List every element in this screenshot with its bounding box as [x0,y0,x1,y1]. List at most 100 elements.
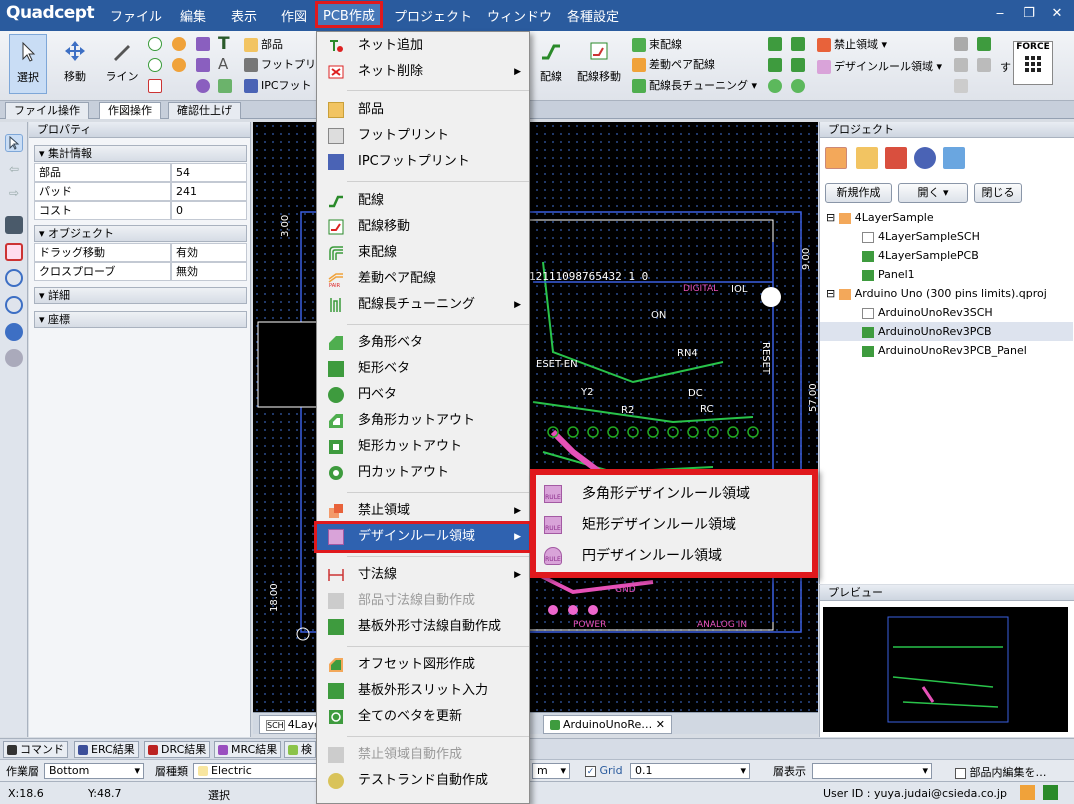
select-tool-button[interactable]: 選択 [9,34,47,94]
parts-book-icon[interactable] [856,147,878,169]
menu-keepout[interactable]: 禁止領域 ▶ [317,498,529,524]
rect-fill-icon[interactable] [768,58,782,72]
circle-3-icon[interactable] [148,58,162,72]
tree-item[interactable]: ArduinoUnoRev3SCH [820,303,1073,322]
grid-checkbox[interactable]: ✓ [585,766,596,777]
menu-auto-part-dimension[interactable]: 部品寸法線自動作成 [317,588,529,614]
menu-footprint[interactable]: フットプリント [317,123,529,149]
tab-draw-ops[interactable]: 作図操作 [99,102,161,119]
circle-cut-icon[interactable] [791,79,805,93]
menu-net-delete[interactable]: ネット削除 ▶ [317,59,529,85]
disabled-tool-icon[interactable] [954,79,968,93]
grid-toggle[interactable]: ✓ Grid [585,764,623,777]
poly-cut-icon[interactable] [791,37,805,51]
minimize-button[interactable]: ‒ [990,6,1010,21]
group-detail[interactable]: ▾ 詳細 [34,287,247,304]
zoom-in-icon[interactable] [5,269,23,287]
menu-auto-keepout[interactable]: 禁止領域自動作成 [317,742,529,768]
tab-file-ops[interactable]: ファイル操作 [5,102,89,119]
open-project-button[interactable]: 開く ▾ [898,183,968,203]
ribbon-route-button[interactable]: 配線 [532,34,570,94]
menu-pcb[interactable]: PCB作成 [315,1,383,28]
image-icon[interactable] [218,79,232,93]
layer-display-select[interactable]: ▾ [812,763,932,779]
menu-board-slit[interactable]: 基板外形スリット入力 [317,678,529,704]
fit-view-icon[interactable] [5,243,23,261]
work-layer-select[interactable]: Bottom ▾ [44,763,144,779]
crossprobe-select[interactable]: 無効 [171,262,247,281]
menu-net-add[interactable]: ネット追加 [317,33,529,59]
menu-circle-cutout[interactable]: 円カットアウト [317,460,529,486]
tree-item[interactable]: ArduinoUnoRev3PCB_Panel [820,341,1073,360]
close-project-button[interactable]: 閉じる [974,183,1022,203]
settings-gray-icon[interactable] [5,349,23,367]
shape-green-icon[interactable] [977,37,991,51]
menu-rect-cutout[interactable]: 矩形カットアウト [317,434,529,460]
ribbon-bundle-button[interactable]: 束配線 [632,35,682,55]
close-button[interactable]: ✕ [1047,6,1067,21]
menu-auto-board-dimension[interactable]: 基板外形寸法線自動作成 [317,614,529,640]
bom-icon[interactable] [943,147,965,169]
menu-polygon-cutout[interactable]: 多角形カットアウト [317,408,529,434]
circle-shape-icon[interactable] [196,79,210,93]
submenu-rect-rule[interactable]: RULE 矩形デザインルール領域 [544,510,806,540]
edit-check-icon[interactable] [1020,785,1035,800]
menu-ipc-footprint[interactable]: IPCフットプリント [317,149,529,175]
menu-project[interactable]: プロジェクト [394,6,472,25]
tab-mrc[interactable]: MRC結果 [214,741,282,758]
tab-search[interactable]: 検 [284,741,316,758]
polygon-icon[interactable] [196,37,210,51]
submenu-polygon-rule[interactable]: RULE 多角形デザインルール領域 [544,479,806,509]
menu-bundle-route[interactable]: 束配線 [317,240,529,266]
maximize-button[interactable]: ❐ [1019,6,1039,21]
ribbon-ipc-button[interactable]: IPCフット [244,76,312,96]
menu-route[interactable]: 配線 [317,188,529,214]
preview-canvas[interactable] [823,607,1068,732]
ribbon-route-move-button[interactable]: 配線移動 [576,34,622,94]
menu-test-land[interactable]: テストランド自動作成 [317,768,529,794]
menu-window[interactable]: ウィンドウ [487,6,552,25]
proj-icon[interactable] [825,147,847,169]
settings-gear-icon[interactable] [5,323,23,341]
ribbon-footprint-button[interactable]: フットプリ [244,55,316,75]
save-icon[interactable] [5,216,23,234]
move-tool-button[interactable]: 移動 [56,34,94,94]
menu-part[interactable]: 部品 [317,97,529,123]
tree-item[interactable]: ⊟ Arduino Uno (300 pins limits).qproj [820,284,1073,303]
zoom-out-icon[interactable] [5,296,23,314]
menu-polygon-fill[interactable]: 多角形ベタ [317,330,529,356]
inline-edit-checkbox[interactable] [955,767,966,779]
tree-item[interactable]: Panel1 [820,265,1073,284]
doc-tab-arduino[interactable]: ArduinoUnoRe… ✕ [543,715,672,734]
arc-icon[interactable] [172,37,186,51]
poly-fill-icon[interactable] [768,37,782,51]
group-stats[interactable]: ▾ 集計情報 [34,145,247,162]
slash-icon[interactable] [148,79,162,93]
arc2-icon[interactable] [172,58,186,72]
group-object[interactable]: ▾ オブジェクト [34,225,247,242]
pointer-tool-icon[interactable] [5,134,23,152]
ribbon-keepout-button[interactable]: 禁止領域 ▾ [817,35,887,55]
menu-edit[interactable]: 編集 [180,6,206,25]
menu-draw[interactable]: 作図 [281,6,307,25]
menu-offset-shape[interactable]: オフセット図形作成 [317,652,529,678]
ribbon-design-rule-button[interactable]: デザインルール領域 ▾ [817,57,942,77]
grid-select[interactable]: 0.1 ▾ [630,763,750,779]
ribbon-diffpair-button[interactable]: 差動ペア配線 [632,55,715,75]
inline-edit-toggle[interactable]: 部品内編集を… [955,764,1047,780]
group-coords[interactable]: ▾ 座標 [34,311,247,328]
db-icon[interactable] [914,147,936,169]
menu-rect-fill[interactable]: 矩形ベタ [317,356,529,382]
circle-fill-icon[interactable] [768,79,782,93]
text-format-icon[interactable]: A [218,55,228,73]
drag-move-select[interactable]: 有効 [171,243,247,262]
dim-gray-icon[interactable] [977,58,991,72]
menu-diff-pair[interactable]: PAIR 差動ペア配線 [317,266,529,292]
menu-file[interactable]: ファイル [110,6,162,25]
menu-route-move[interactable]: 配線移動 [317,214,529,240]
layer-stack-icon[interactable] [885,147,907,169]
unit-select[interactable]: m ▾ [532,763,570,779]
menu-circle-fill[interactable]: 円ベタ [317,382,529,408]
tree-item[interactable]: 4LayerSampleSCH [820,227,1073,246]
force-button[interactable]: FORCE [1013,41,1053,85]
